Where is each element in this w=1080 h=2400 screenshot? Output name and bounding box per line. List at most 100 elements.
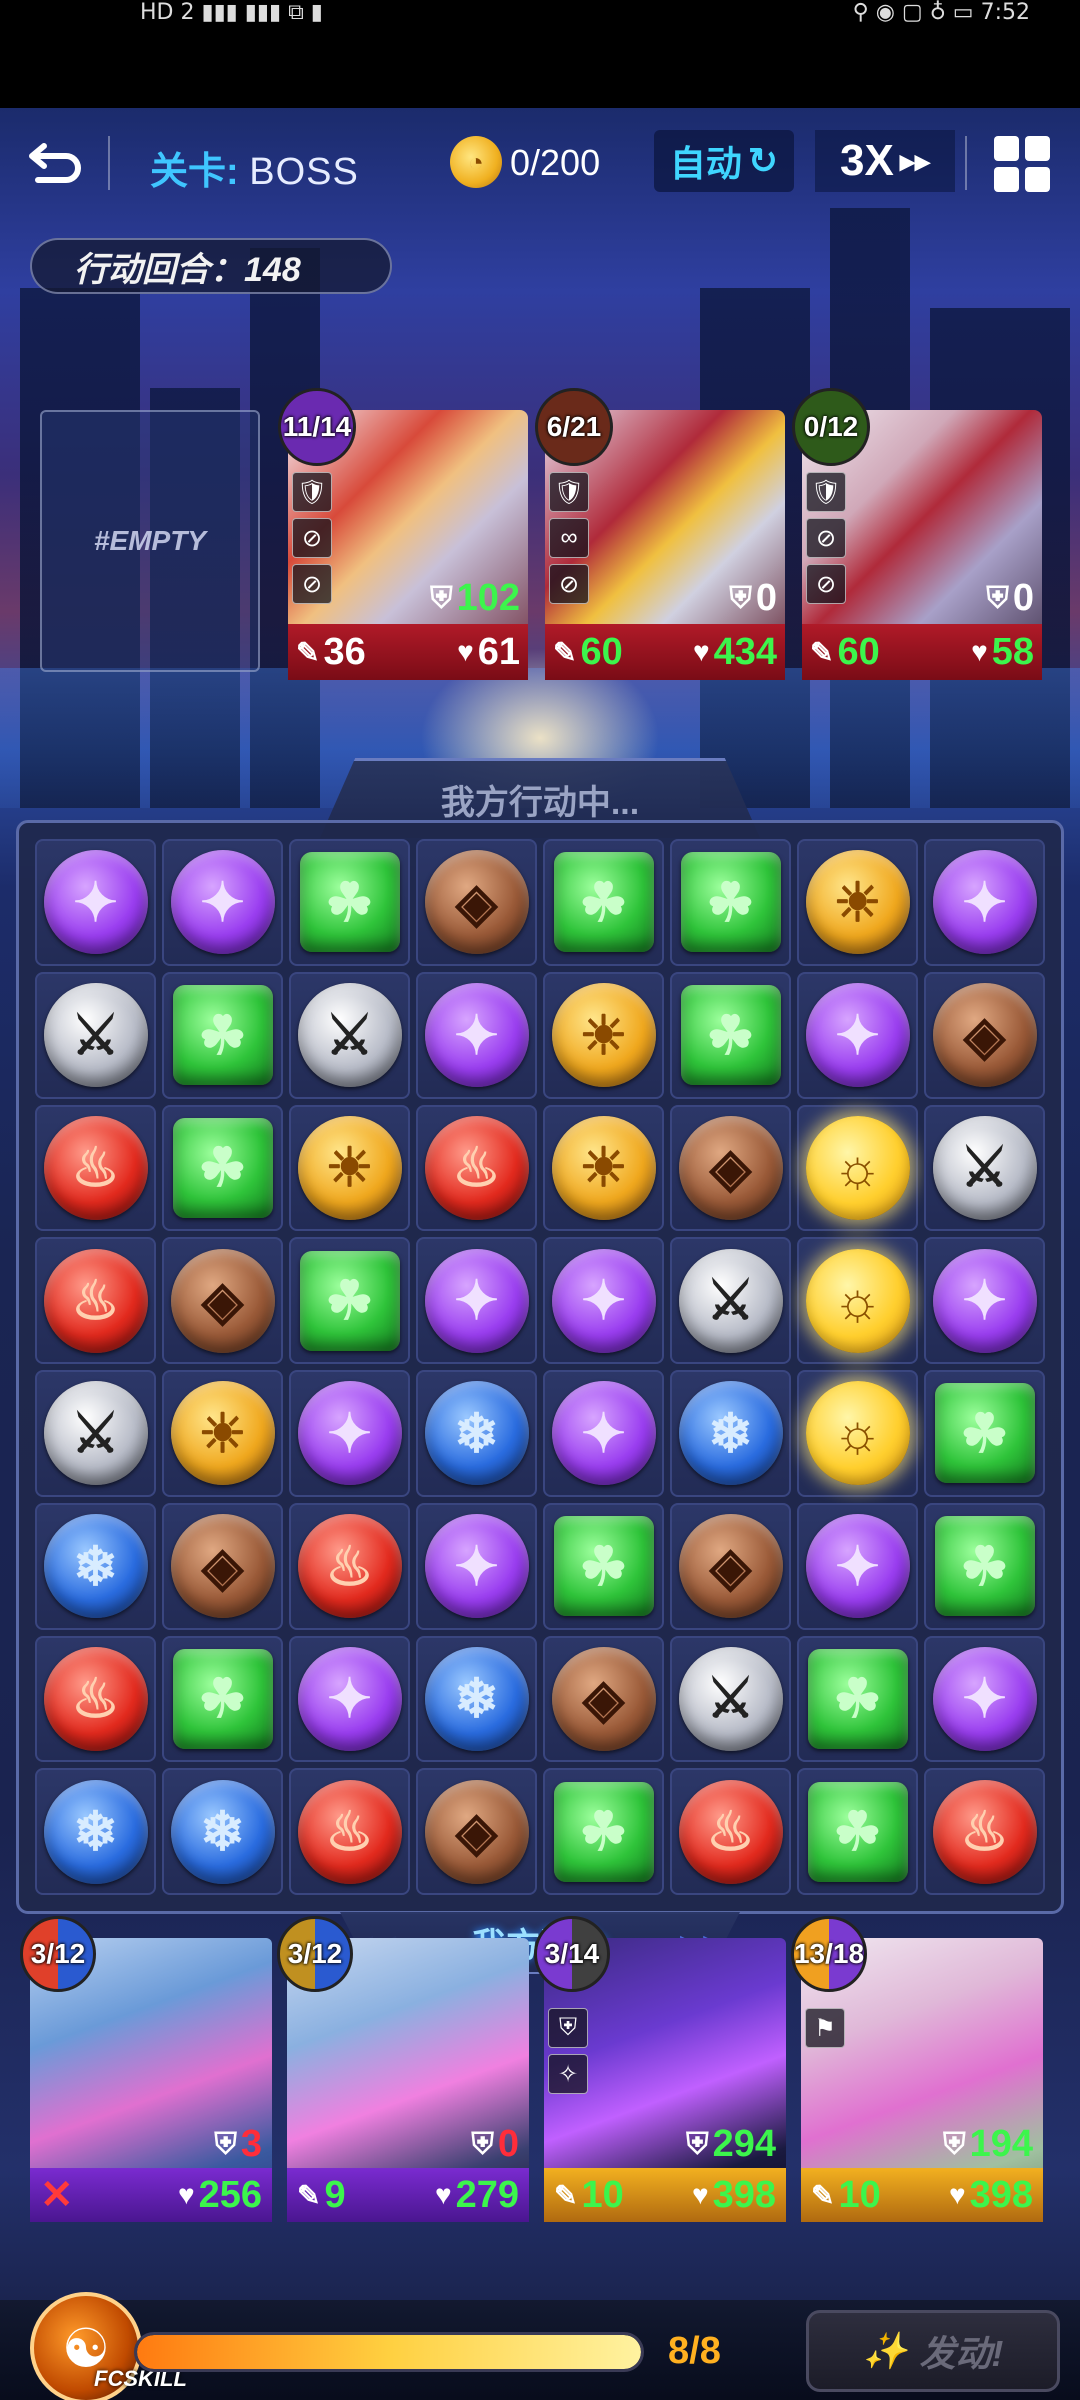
green-gem-icon: ☘: [680, 852, 781, 953]
purple-gem-icon: ✦: [297, 1646, 402, 1751]
board-tile[interactable]: ✦: [416, 971, 537, 1099]
action-turn-counter: 行动回合：148: [30, 238, 392, 294]
board-tile[interactable]: ☘: [162, 971, 283, 1099]
board-tile[interactable]: ❄: [416, 1635, 537, 1763]
enemy-status-icons: 🛡 ∞ ⊘: [549, 472, 589, 604]
speed-button[interactable]: 3X ▸▸: [815, 130, 955, 192]
board-tile[interactable]: ☘: [289, 839, 410, 966]
board-tile[interactable]: ☘: [797, 1635, 918, 1763]
status-effect-icon: ∞: [549, 518, 589, 558]
enemy-status-icons: 🛡 ⊘ ⊘: [806, 472, 846, 604]
hero-cooldown-badge: 3/12: [277, 1916, 353, 1992]
board-tile[interactable]: ☼: [797, 1370, 918, 1497]
board-tile[interactable]: ☘: [543, 839, 664, 966]
board-tile[interactable]: ♨: [670, 1768, 791, 1895]
purple-gem-icon: ✦: [932, 850, 1037, 955]
board-tile[interactable]: ♨: [289, 1768, 410, 1895]
board-tile[interactable]: ☘: [162, 1104, 283, 1232]
board-tile[interactable]: ◈: [162, 1502, 283, 1630]
board-tile[interactable]: ⚔: [35, 1370, 156, 1497]
board-tile[interactable]: ♨: [35, 1635, 156, 1763]
board-tile[interactable]: ☀: [289, 1104, 410, 1232]
board-tile[interactable]: ⚔: [289, 971, 410, 1099]
launch-button[interactable]: ✨ 发动!: [806, 2310, 1060, 2392]
board-tile[interactable]: ☼: [797, 1237, 918, 1364]
gold-gem-icon: ☀: [170, 1381, 275, 1486]
gold-gem-icon: ☀: [551, 1115, 656, 1220]
coin-icon: ◔: [450, 136, 502, 188]
board-tile[interactable]: ◈: [670, 1502, 791, 1630]
board-tile[interactable]: ♨: [924, 1768, 1045, 1895]
board-tile[interactable]: ☘: [543, 1502, 664, 1630]
enemy-card[interactable]: 🛡 ⊘ ⊘ ⛨ 0 ✎ 60 ♥ 58 0/12: [792, 388, 1042, 680]
board-tile[interactable]: ☀: [162, 1370, 283, 1497]
hero-card[interactable]: ⛨ 0 ✎ 9 ♥ 279 3/12: [277, 1916, 529, 2222]
enemy-shield-value: 102: [456, 577, 520, 619]
board-tile[interactable]: ⚔: [924, 1104, 1045, 1232]
divider: [965, 136, 967, 190]
auto-button[interactable]: 自动 ↻: [654, 130, 794, 192]
board-tile[interactable]: ✦: [289, 1370, 410, 1497]
board-tile[interactable]: ◈: [924, 971, 1045, 1099]
board-tile[interactable]: ☀: [797, 839, 918, 966]
board-tile[interactable]: ✦: [289, 1635, 410, 1763]
board-tile[interactable]: ✦: [543, 1370, 664, 1497]
board-tile[interactable]: ◈: [416, 839, 537, 966]
hero-card[interactable]: ⚑ ⛨ 194 ✎ 10 ♥ 398 13/18: [791, 1916, 1043, 2222]
board-tile[interactable]: ☘: [670, 971, 791, 1099]
back-button[interactable]: [22, 132, 86, 196]
enemy-stats-bar: ✎ 60 ♥ 58: [802, 624, 1042, 680]
board-tile[interactable]: ✦: [416, 1237, 537, 1364]
green-gem-icon: ☘: [934, 1516, 1035, 1617]
board-tile[interactable]: ⚔: [670, 1635, 791, 1763]
board-tile[interactable]: ☘: [924, 1370, 1045, 1497]
board-tile[interactable]: ✦: [924, 1237, 1045, 1364]
board-tile[interactable]: ❄: [670, 1370, 791, 1497]
enemy-card[interactable]: 🛡 ⊘ ⊘ ⛨ 102 ✎ 36 ♥ 61 11/14: [278, 388, 528, 680]
board-tile[interactable]: ☘: [924, 1502, 1045, 1630]
board-tile[interactable]: ♨: [416, 1104, 537, 1232]
board-tile[interactable]: ✦: [797, 1502, 918, 1630]
board-tile[interactable]: ☀: [543, 1104, 664, 1232]
grid-menu-icon[interactable]: [994, 136, 1050, 192]
board-tile[interactable]: ☀: [543, 971, 664, 1099]
board-tile[interactable]: ☘: [543, 1768, 664, 1895]
board-tile[interactable]: ♨: [289, 1502, 410, 1630]
board-tile[interactable]: ✦: [924, 1635, 1045, 1763]
board-tile[interactable]: ♨: [35, 1104, 156, 1232]
board-tile[interactable]: ❄: [35, 1502, 156, 1630]
hero-stats-bar: ✎ 10 ♥ 398: [544, 2168, 786, 2222]
board-tile[interactable]: ☼: [797, 1104, 918, 1232]
board-tile[interactable]: ◈: [416, 1768, 537, 1895]
board-tile[interactable]: ✦: [162, 839, 283, 966]
red-gem-icon: ♨: [678, 1779, 783, 1884]
board-tile[interactable]: ☘: [670, 839, 791, 966]
board-tile[interactable]: ✦: [543, 1237, 664, 1364]
silver-gem-icon: ⚔: [932, 1115, 1037, 1220]
board-tile[interactable]: ◈: [543, 1635, 664, 1763]
board-tile[interactable]: ◈: [670, 1104, 791, 1232]
board-tile[interactable]: ❄: [162, 1768, 283, 1895]
board-tile[interactable]: ☘: [797, 1768, 918, 1895]
board-tile[interactable]: ✦: [416, 1502, 537, 1630]
board-tile[interactable]: ♨: [35, 1237, 156, 1364]
board-tile[interactable]: ⚔: [670, 1237, 791, 1364]
board-tile[interactable]: ☘: [289, 1237, 410, 1364]
board-tile[interactable]: ✦: [797, 971, 918, 1099]
shield-icon: ⛨: [729, 581, 752, 615]
board-tile[interactable]: ❄: [35, 1768, 156, 1895]
board-tile[interactable]: ✦: [35, 839, 156, 966]
hero-card[interactable]: ⛨ 3 ✕ ♥ 256 3/12: [20, 1916, 272, 2222]
board-tile[interactable]: ✦: [924, 839, 1045, 966]
board-tile[interactable]: ⚔: [35, 971, 156, 1099]
brown-gem-icon: ◈: [678, 1115, 783, 1220]
brown-gem-icon: ◈: [678, 1514, 783, 1619]
board-tile[interactable]: ❄: [416, 1370, 537, 1497]
shield-icon: ⛨: [214, 2127, 237, 2161]
enemy-card[interactable]: 🛡 ∞ ⊘ ⛨ 0 ✎ 60 ♥ 434 6/21: [535, 388, 785, 680]
purple-gem-icon: ✦: [424, 1514, 529, 1619]
board-tile[interactable]: ◈: [162, 1237, 283, 1364]
silver-gem-icon: ⚔: [678, 1248, 783, 1353]
hero-card[interactable]: ⛨ ✧ ⛨ 294 ✎ 10 ♥ 398 3/14: [534, 1916, 786, 2222]
board-tile[interactable]: ☘: [162, 1635, 283, 1763]
